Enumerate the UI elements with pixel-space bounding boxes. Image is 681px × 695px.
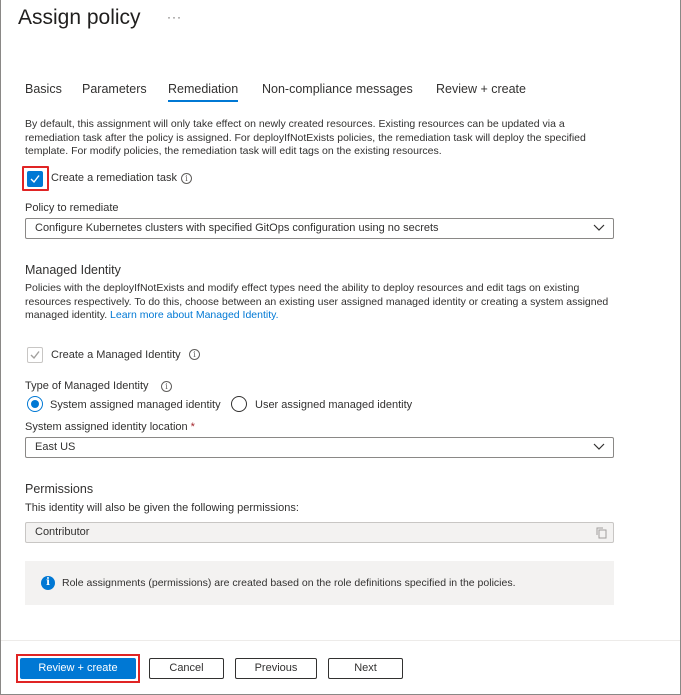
policy-to-remediate-dropdown[interactable]: Configure Kubernetes clusters with speci… bbox=[25, 218, 614, 239]
tab-parameters[interactable]: Parameters bbox=[82, 82, 147, 96]
chevron-down-icon bbox=[593, 443, 605, 450]
type-of-managed-identity-label: Type of Managed Identity bbox=[25, 380, 149, 392]
info-icon[interactable]: i bbox=[161, 381, 172, 392]
previous-button[interactable]: Previous bbox=[235, 658, 317, 679]
policy-to-remediate-label: Policy to remediate bbox=[25, 202, 119, 214]
permissions-value: Contributor bbox=[35, 526, 90, 538]
create-remediation-task-checkbox[interactable] bbox=[27, 171, 43, 187]
learn-more-managed-identity-link[interactable]: Learn more about Managed Identity. bbox=[110, 309, 279, 321]
tab-non-compliance-messages[interactable]: Non-compliance messages bbox=[262, 82, 413, 96]
info-message-bar: i Role assignments (permissions) are cre… bbox=[25, 561, 614, 605]
next-button[interactable]: Next bbox=[328, 658, 403, 679]
checkmark-icon bbox=[30, 175, 40, 184]
system-assigned-label: System assigned managed identity bbox=[50, 399, 221, 411]
review-create-button[interactable]: Review + create bbox=[20, 658, 136, 679]
create-managed-identity-checkbox[interactable] bbox=[27, 347, 43, 363]
create-remediation-task-label: Create a remediation task bbox=[51, 172, 177, 184]
checkmark-icon bbox=[30, 351, 40, 360]
identity-location-dropdown[interactable]: East US bbox=[25, 437, 614, 458]
cancel-button[interactable]: Cancel bbox=[149, 658, 224, 679]
info-icon[interactable]: i bbox=[189, 349, 200, 360]
managed-identity-heading: Managed Identity bbox=[25, 263, 121, 277]
info-filled-icon: i bbox=[41, 576, 55, 590]
permissions-description: This identity will also be given the fol… bbox=[25, 502, 299, 514]
identity-location-value: East US bbox=[35, 441, 76, 453]
identity-location-label: System assigned identity location * bbox=[25, 421, 195, 433]
page-title: Assign policy bbox=[18, 6, 141, 29]
permissions-heading: Permissions bbox=[25, 482, 94, 496]
permissions-field: Contributor bbox=[25, 522, 614, 543]
info-message-text: Role assignments (permissions) are creat… bbox=[62, 577, 516, 589]
policy-to-remediate-value: Configure Kubernetes clusters with speci… bbox=[35, 222, 439, 234]
copy-icon[interactable] bbox=[596, 527, 607, 539]
user-assigned-radio[interactable] bbox=[231, 396, 247, 412]
info-icon[interactable]: i bbox=[181, 173, 192, 184]
tab-review-create[interactable]: Review + create bbox=[436, 82, 526, 96]
chevron-down-icon bbox=[593, 224, 605, 231]
tab-remediation[interactable]: Remediation bbox=[168, 82, 239, 102]
footer-divider bbox=[1, 640, 680, 641]
more-options-icon[interactable]: ··· bbox=[167, 10, 182, 24]
managed-identity-description: Policies with the deployIfNotExists and … bbox=[25, 282, 615, 323]
system-assigned-radio[interactable] bbox=[27, 396, 43, 412]
tab-basics[interactable]: Basics bbox=[25, 82, 62, 96]
create-managed-identity-label: Create a Managed Identity bbox=[51, 349, 181, 361]
remediation-description: By default, this assignment will only ta… bbox=[25, 118, 586, 157]
user-assigned-label: User assigned managed identity bbox=[255, 399, 413, 411]
required-mark: * bbox=[190, 421, 195, 433]
identity-location-label-text: System assigned identity location bbox=[25, 421, 188, 433]
